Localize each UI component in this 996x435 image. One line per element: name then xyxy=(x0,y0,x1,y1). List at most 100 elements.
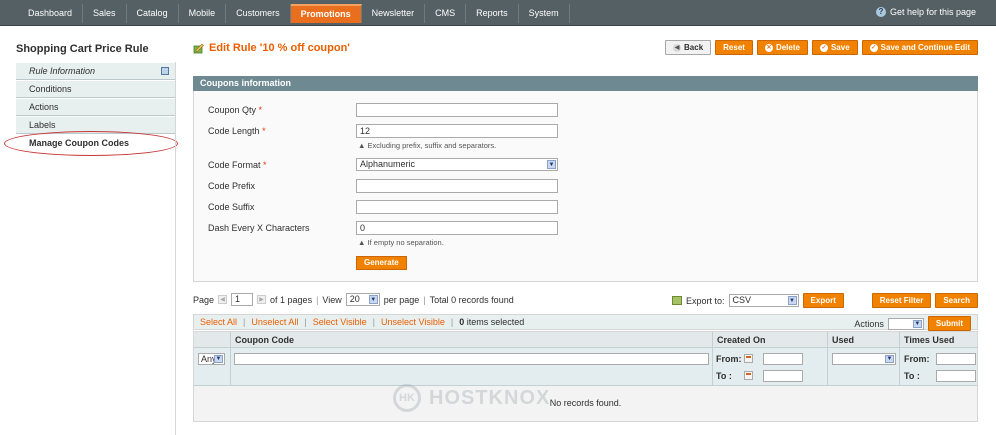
nav-mobile[interactable]: Mobile xyxy=(179,4,227,23)
calendar-icon[interactable] xyxy=(744,354,753,363)
grid-header-row: Coupon Code Created On Used Times Used xyxy=(194,332,977,348)
export-controls: Export to: CSV ▼ Export xyxy=(672,293,844,308)
code-length-label: Code Length * xyxy=(208,126,266,136)
top-navigation: Dashboard Sales Catalog Mobile Customers… xyxy=(0,0,996,26)
mass-separator: | xyxy=(372,317,375,327)
coupon-qty-label: Coupon Qty * xyxy=(208,105,262,115)
note-text: Excluding prefix, suffix and separators. xyxy=(367,141,497,150)
save-and-continue-button[interactable]: ✓ Save and Continue Edit xyxy=(861,40,978,55)
next-page-icon[interactable]: ▶ xyxy=(257,295,267,304)
dash-every-input[interactable]: 0 xyxy=(356,221,558,235)
nav-newsletter[interactable]: Newsletter xyxy=(362,4,426,23)
select-value: 20 xyxy=(349,294,360,304)
highlight-annotation xyxy=(4,131,178,156)
tab-conditions[interactable]: Conditions xyxy=(16,80,175,98)
help-text: Get help for this page xyxy=(889,7,976,17)
save-button[interactable]: ✓ Save xyxy=(811,40,858,55)
mass-actions: Actions ▼ Submit xyxy=(854,316,971,331)
unselect-all-link[interactable]: Unselect All xyxy=(251,317,298,327)
page-title: Edit Rule '10 % off coupon' xyxy=(209,42,350,54)
required-mark: * xyxy=(263,160,267,170)
pager-separator: | xyxy=(316,294,319,305)
any-select[interactable]: Any ▼ xyxy=(198,353,225,365)
reset-filter-button[interactable]: Reset Filter xyxy=(871,293,932,308)
from-label: From: xyxy=(904,354,930,364)
nav-customers[interactable]: Customers xyxy=(226,4,291,23)
nav-cms[interactable]: CMS xyxy=(425,4,467,23)
save-continue-label: Save and Continue Edit xyxy=(880,43,970,52)
nav-promotions[interactable]: Promotions xyxy=(290,4,362,23)
actions-select[interactable]: ▼ xyxy=(887,317,924,330)
save-continue-check-icon: ✓ xyxy=(869,43,878,52)
nav-reports[interactable]: Reports xyxy=(466,4,519,23)
select-value: CSV xyxy=(732,295,752,305)
coupons-section-heading: Coupons information xyxy=(193,76,978,91)
header-coupon-code[interactable]: Coupon Code xyxy=(230,332,712,348)
nav-dashboard[interactable]: Dashboard xyxy=(18,4,84,23)
chevron-down-icon: ▼ xyxy=(214,355,223,363)
select-all-link[interactable]: Select All xyxy=(200,317,237,327)
filter-used: ▼ xyxy=(827,348,899,386)
chevron-down-icon: ▼ xyxy=(547,160,556,169)
used-select[interactable]: ▼ xyxy=(832,353,896,365)
to-label: To : xyxy=(904,371,920,381)
grid-filter-buttons: Reset Filter Search xyxy=(871,293,978,308)
nav-catalog[interactable]: Catalog xyxy=(127,4,179,23)
back-label: Back xyxy=(684,43,704,52)
calendar-icon[interactable] xyxy=(744,371,753,380)
times-used-from-input[interactable] xyxy=(936,353,976,365)
nav-sales[interactable]: Sales xyxy=(83,4,127,23)
times-used-to-input[interactable] xyxy=(936,370,976,382)
help-icon: ? xyxy=(875,7,886,17)
save-label: Save xyxy=(830,43,850,52)
delete-button[interactable]: ✕ Delete xyxy=(756,40,808,55)
page-input[interactable]: 1 xyxy=(231,293,254,306)
coupon-qty-input[interactable] xyxy=(356,103,558,117)
created-to-input[interactable] xyxy=(763,370,803,382)
per-page-select[interactable]: 20 ▼ xyxy=(345,293,380,306)
grid-pager: Page ◀ 1 ▶ of 1 pages | View 20 ▼ per pa… xyxy=(193,293,514,306)
watermark-text: HOSTKNOX xyxy=(429,386,551,409)
nav-system[interactable]: System xyxy=(519,4,570,23)
search-button[interactable]: Search xyxy=(935,293,978,308)
export-btn-label: Export xyxy=(810,296,836,305)
back-button[interactable]: ◀ Back xyxy=(665,40,712,55)
code-suffix-input[interactable] xyxy=(356,200,558,214)
delete-x-icon: ✕ xyxy=(764,43,773,52)
label-text: Code Format xyxy=(208,160,261,170)
select-visible-link[interactable]: Select Visible xyxy=(313,317,367,327)
code-prefix-input[interactable] xyxy=(356,179,558,193)
watermark-logo: HK xyxy=(393,384,421,412)
chevron-down-icon: ▼ xyxy=(787,296,797,305)
label-text: Code Length xyxy=(208,126,260,136)
header-created-on[interactable]: Created On xyxy=(712,332,827,348)
items-selected-count: 0 items selected xyxy=(459,317,524,327)
filter-coupon-code xyxy=(230,348,712,386)
help-link[interactable]: ? Get help for this page xyxy=(875,7,976,17)
prev-page-icon[interactable]: ◀ xyxy=(218,295,228,304)
reset-button[interactable]: Reset xyxy=(715,40,753,55)
tab-actions[interactable]: Actions xyxy=(16,98,175,116)
created-from-input[interactable] xyxy=(763,353,803,365)
header-used[interactable]: Used xyxy=(827,332,899,348)
tab-label: Conditions xyxy=(29,84,72,94)
selected-text: items selected xyxy=(466,317,525,327)
generate-button[interactable]: Generate xyxy=(356,256,407,270)
records-found-text: Total 0 records found xyxy=(429,294,514,305)
chevron-down-icon: ▼ xyxy=(368,295,378,304)
tab-label: Labels xyxy=(29,120,56,130)
header-times-used[interactable]: Times Used xyxy=(899,332,977,348)
reset-filter-label: Reset Filter xyxy=(879,296,924,305)
export-format-select[interactable]: CSV ▼ xyxy=(728,294,799,307)
note-text: If empty no separation. xyxy=(367,238,444,247)
code-length-input[interactable]: 12 xyxy=(356,124,558,138)
tab-rule-information[interactable]: Rule Information xyxy=(16,62,175,80)
coupon-code-filter-input[interactable] xyxy=(234,353,709,365)
chevron-down-icon: ▼ xyxy=(885,355,894,363)
code-format-select[interactable]: Alphanumeric ▼ xyxy=(356,158,558,171)
export-button[interactable]: Export xyxy=(802,293,844,308)
submit-button[interactable]: Submit xyxy=(927,316,971,331)
unselect-visible-link[interactable]: Unselect Visible xyxy=(381,317,445,327)
tab-label: Rule Information xyxy=(29,66,96,76)
header-massaction xyxy=(194,332,230,348)
